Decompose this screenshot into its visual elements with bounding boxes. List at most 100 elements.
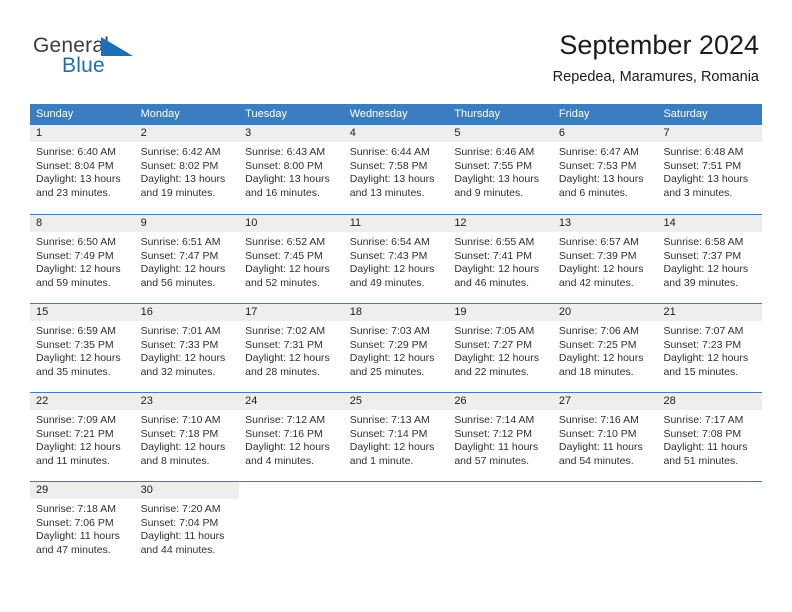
day-number-band: 17 bbox=[239, 304, 344, 321]
sunset-text: Sunset: 7:41 PM bbox=[454, 249, 532, 262]
day-number-band: 8 bbox=[30, 215, 135, 232]
daylight-text-line2: and 3 minutes. bbox=[663, 186, 733, 199]
sunrise-text: Sunrise: 7:02 AM bbox=[245, 325, 326, 337]
day-cell[interactable]: 20 Sunrise: 7:06 AM Sunset: 7:25 PM Dayl… bbox=[552, 304, 658, 392]
daylight-text-line1: Daylight: 12 hours bbox=[349, 263, 435, 276]
day-number: 16 bbox=[140, 306, 153, 318]
day-cell[interactable]: 13 Sunrise: 6:57 AM Sunset: 7:39 PM Dayl… bbox=[552, 215, 658, 303]
sunrise-text: Sunrise: 7:13 AM bbox=[349, 414, 430, 426]
sunrise-text: Sunrise: 7:20 AM bbox=[140, 503, 221, 515]
day-cell[interactable]: 26 Sunrise: 7:14 AM Sunset: 7:12 PM Dayl… bbox=[448, 393, 553, 481]
day-number-band: 14 bbox=[657, 215, 763, 232]
day-details: Sunrise: 7:01 AM Sunset: 7:33 PM Dayligh… bbox=[135, 321, 240, 379]
week-row: 15 Sunrise: 6:59 AM Sunset: 7:35 PM Dayl… bbox=[30, 303, 763, 392]
sunrise-text: Sunrise: 7:10 AM bbox=[140, 414, 221, 426]
day-number: 27 bbox=[558, 395, 572, 407]
day-cell[interactable]: 12 Sunrise: 6:55 AM Sunset: 7:41 PM Dayl… bbox=[448, 215, 553, 303]
weekday-header-tuesday: Tuesday bbox=[245, 108, 287, 120]
day-number-band: 20 bbox=[552, 304, 658, 321]
sunset-text: Sunset: 7:37 PM bbox=[663, 249, 742, 262]
day-number-band: 10 bbox=[239, 215, 344, 232]
day-cell[interactable]: 25 Sunrise: 7:13 AM Sunset: 7:14 PM Dayl… bbox=[343, 393, 449, 481]
sunrise-text: Sunrise: 7:01 AM bbox=[140, 325, 221, 337]
day-details: Sunrise: 6:48 AM Sunset: 7:51 PM Dayligh… bbox=[657, 142, 762, 200]
brand-logo[interactable]: General Blue bbox=[33, 34, 173, 82]
day-number: 28 bbox=[663, 395, 676, 407]
day-details: Sunrise: 7:07 AM Sunset: 7:23 PM Dayligh… bbox=[657, 321, 762, 379]
sunset-text: Sunset: 7:43 PM bbox=[349, 249, 428, 262]
day-cell[interactable]: 30 Sunrise: 7:20 AM Sunset: 7:04 PM Dayl… bbox=[134, 482, 240, 570]
day-cell[interactable]: 11 Sunrise: 6:54 AM Sunset: 7:43 PM Dayl… bbox=[343, 215, 449, 303]
day-details: Sunrise: 7:09 AM Sunset: 7:21 PM Dayligh… bbox=[30, 410, 135, 468]
day-cell[interactable]: 17 Sunrise: 7:02 AM Sunset: 7:31 PM Dayl… bbox=[239, 304, 344, 392]
day-cell[interactable]: 19 Sunrise: 7:05 AM Sunset: 7:27 PM Dayl… bbox=[448, 304, 553, 392]
day-details: Sunrise: 6:58 AM Sunset: 7:37 PM Dayligh… bbox=[657, 232, 762, 290]
daylight-text-line2: and 4 minutes. bbox=[245, 454, 315, 467]
day-cell[interactable]: 5 Sunrise: 6:46 AM Sunset: 7:55 PM Dayli… bbox=[448, 125, 553, 213]
daylight-text-line2: and 16 minutes. bbox=[245, 186, 320, 199]
sunset-text: Sunset: 7:51 PM bbox=[663, 159, 742, 172]
daylight-text-line2: and 54 minutes. bbox=[558, 454, 634, 467]
sunset-text: Sunset: 7:27 PM bbox=[454, 338, 532, 351]
day-cell[interactable]: 28 Sunrise: 7:17 AM Sunset: 7:08 PM Dayl… bbox=[657, 393, 763, 481]
day-cell[interactable]: 1 Sunrise: 6:40 AM Sunset: 8:04 PM Dayli… bbox=[30, 125, 135, 213]
day-number: 3 bbox=[245, 127, 252, 139]
sunset-text: Sunset: 7:16 PM bbox=[245, 427, 323, 440]
day-details: Sunrise: 6:46 AM Sunset: 7:55 PM Dayligh… bbox=[448, 142, 553, 200]
day-cell[interactable]: 6 Sunrise: 6:47 AM Sunset: 7:53 PM Dayli… bbox=[552, 125, 658, 213]
daylight-text-line2: and 23 minutes. bbox=[36, 186, 111, 199]
day-details: Sunrise: 6:54 AM Sunset: 7:43 PM Dayligh… bbox=[344, 232, 449, 290]
sunrise-text: Sunrise: 6:58 AM bbox=[663, 236, 744, 248]
daylight-text-line2: and 6 minutes. bbox=[558, 186, 628, 199]
day-number-band: 22 bbox=[30, 393, 135, 410]
day-number-band: 21 bbox=[657, 304, 763, 321]
daylight-text-line2: and 11 minutes. bbox=[36, 454, 110, 467]
day-cell[interactable]: 22 Sunrise: 7:09 AM Sunset: 7:21 PM Dayl… bbox=[30, 393, 135, 481]
day-details: Sunrise: 6:50 AM Sunset: 7:49 PM Dayligh… bbox=[30, 232, 135, 290]
day-details: Sunrise: 6:57 AM Sunset: 7:39 PM Dayligh… bbox=[553, 232, 658, 290]
day-cell[interactable]: 21 Sunrise: 7:07 AM Sunset: 7:23 PM Dayl… bbox=[657, 304, 763, 392]
day-cell[interactable]: 14 Sunrise: 6:58 AM Sunset: 7:37 PM Dayl… bbox=[657, 215, 763, 303]
daylight-text-line1: Daylight: 12 hours bbox=[36, 441, 121, 454]
sunrise-text: Sunrise: 7:17 AM bbox=[663, 414, 744, 426]
daylight-text-line1: Daylight: 12 hours bbox=[558, 352, 644, 365]
sunrise-text: Sunrise: 7:14 AM bbox=[454, 414, 535, 426]
day-cell[interactable]: 10 Sunrise: 6:52 AM Sunset: 7:45 PM Dayl… bbox=[239, 215, 344, 303]
sunrise-text: Sunrise: 7:06 AM bbox=[558, 325, 639, 337]
day-cell[interactable]: 2 Sunrise: 6:42 AM Sunset: 8:02 PM Dayli… bbox=[134, 125, 240, 213]
day-cell[interactable]: 4 Sunrise: 6:44 AM Sunset: 7:58 PM Dayli… bbox=[343, 125, 449, 213]
sunset-text: Sunset: 7:23 PM bbox=[663, 338, 742, 351]
daylight-text-line1: Daylight: 12 hours bbox=[245, 263, 330, 276]
day-cell[interactable]: 9 Sunrise: 6:51 AM Sunset: 7:47 PM Dayli… bbox=[134, 215, 240, 303]
daylight-text-line2: and 19 minutes. bbox=[140, 186, 216, 199]
sunset-text: Sunset: 7:25 PM bbox=[558, 338, 637, 351]
day-cell[interactable]: 3 Sunrise: 6:43 AM Sunset: 8:00 PM Dayli… bbox=[239, 125, 344, 213]
sunset-text: Sunset: 8:02 PM bbox=[140, 159, 219, 172]
sunrise-text: Sunrise: 6:42 AM bbox=[140, 146, 221, 158]
week-row: 22 Sunrise: 7:09 AM Sunset: 7:21 PM Dayl… bbox=[30, 392, 763, 481]
daylight-text-line1: Daylight: 12 hours bbox=[454, 263, 539, 276]
day-details: Sunrise: 7:05 AM Sunset: 7:27 PM Dayligh… bbox=[448, 321, 553, 379]
day-cell[interactable]: 24 Sunrise: 7:12 AM Sunset: 7:16 PM Dayl… bbox=[239, 393, 344, 481]
calendar-page: General Blue September 2024 Repedea, Mar… bbox=[0, 0, 792, 612]
day-cell[interactable]: 23 Sunrise: 7:10 AM Sunset: 7:18 PM Dayl… bbox=[134, 393, 240, 481]
day-number: 8 bbox=[36, 217, 43, 229]
sunset-text: Sunset: 7:29 PM bbox=[349, 338, 428, 351]
day-cell[interactable]: 7 Sunrise: 6:48 AM Sunset: 7:51 PM Dayli… bbox=[657, 125, 763, 213]
sunrise-text: Sunrise: 6:54 AM bbox=[349, 236, 430, 248]
day-cell[interactable]: 16 Sunrise: 7:01 AM Sunset: 7:33 PM Dayl… bbox=[134, 304, 240, 392]
sunset-text: Sunset: 8:04 PM bbox=[36, 159, 114, 172]
brand-name-blue: Blue bbox=[62, 54, 105, 77]
weekday-header-row: Sunday Monday Tuesday Wednesday Thursday… bbox=[30, 104, 762, 125]
day-number: 1 bbox=[36, 127, 43, 139]
day-details: Sunrise: 7:13 AM Sunset: 7:14 PM Dayligh… bbox=[344, 410, 449, 468]
daylight-text-line2: and 22 minutes. bbox=[454, 365, 530, 378]
day-cell[interactable]: 8 Sunrise: 6:50 AM Sunset: 7:49 PM Dayli… bbox=[30, 215, 135, 303]
day-cell[interactable]: 15 Sunrise: 6:59 AM Sunset: 7:35 PM Dayl… bbox=[30, 304, 135, 392]
sunrise-text: Sunrise: 7:07 AM bbox=[663, 325, 744, 337]
day-cell[interactable]: 27 Sunrise: 7:16 AM Sunset: 7:10 PM Dayl… bbox=[552, 393, 658, 481]
day-number-band: 30 bbox=[134, 482, 240, 499]
day-cell[interactable]: 29 Sunrise: 7:18 AM Sunset: 7:06 PM Dayl… bbox=[30, 482, 135, 570]
sunrise-text: Sunrise: 7:09 AM bbox=[36, 414, 116, 426]
day-cell[interactable]: 18 Sunrise: 7:03 AM Sunset: 7:29 PM Dayl… bbox=[343, 304, 449, 392]
